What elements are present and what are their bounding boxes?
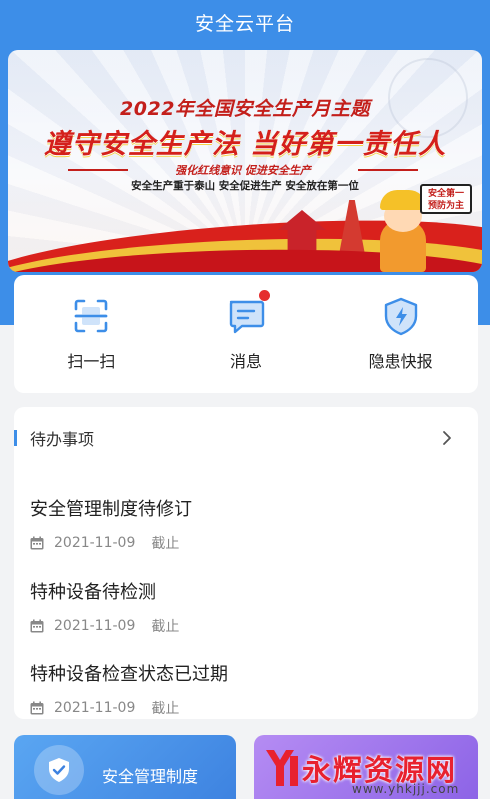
calendar-icon [30,701,44,715]
todo-item-title: 特种设备检查状态已过期 [30,664,228,685]
scan-button[interactable]: 扫一扫 [16,284,166,384]
watermark-url: www.yhkjjj.com [352,782,460,796]
todo-item-title: 特种设备待检测 [30,582,156,603]
hazard-report-button[interactable]: 隐患快报 [326,284,476,384]
scan-label: 扫一扫 [67,352,116,371]
banner-ribbon: 强化红线意识 促进安全生产 [68,161,418,179]
safety-management-card[interactable]: 安全管理制度 [14,735,236,799]
watermark-logo-icon [266,749,298,786]
shield-check-icon [34,745,84,795]
todo-item-date: 2021-11-09 [54,700,136,716]
hazard-report-label: 隐患快报 [368,352,433,371]
safety-management-label: 安全管理制度 [102,767,199,786]
todo-item[interactable]: 特种设备待检测 2021-11-09 截止 [30,578,460,636]
safety-sign: 安全第一 预防为主 [420,184,472,214]
promo-banner[interactable]: 2022年全国安全生产月主题 遵守安全生产法 当好第一责任人 强化红线意识 促进… [8,50,482,272]
message-icon [226,290,270,336]
todo-item-meta: 2021-11-09 截止 [30,698,460,718]
todo-item-date: 2021-11-09 [54,618,136,634]
calendar-icon [30,536,44,550]
message-button[interactable]: 消息 [171,284,321,384]
site-watermark: 永辉资源网 www.yhkjjj.com [254,736,490,799]
banner-theme: 2022年全国安全生产月主题 [120,98,370,120]
section-accent-bar [14,430,17,446]
todo-header[interactable]: 待办事项 [14,425,478,451]
todo-item-status: 截止 [151,536,180,552]
sign-line-1: 安全第一 [427,189,464,199]
message-label: 消息 [229,352,262,371]
todo-item[interactable]: 安全管理制度待修订 2021-11-09 截止 [30,495,460,553]
banner-headline: 遵守安全生产法 当好第一责任人 [43,129,447,160]
todo-item-status: 截止 [151,619,180,635]
chevron-right-icon[interactable] [438,429,456,447]
unread-badge [258,290,270,301]
scan-icon [71,296,111,336]
todo-card: 待办事项 安全管理制度待修订 2021-11-09 截止 特种设备待检测 202… [14,407,478,719]
calendar-icon [30,619,44,633]
todo-item[interactable]: 特种设备检查状态已过期 2021-11-09 截止 [30,660,460,718]
app-title: 安全云平台 [194,12,295,35]
todo-item-title: 安全管理制度待修订 [30,499,192,520]
todo-item-status: 截止 [151,701,180,717]
todo-item-date: 2021-11-09 [54,535,136,551]
todo-title: 待办事项 [30,430,95,449]
quick-actions-card: 扫一扫 消息 隐患快报 [14,275,478,393]
hazard-report-icon [381,296,421,336]
todo-item-meta: 2021-11-09 截止 [30,616,460,636]
todo-item-meta: 2021-11-09 截止 [30,533,460,553]
sign-line-2: 预防为主 [427,201,464,211]
